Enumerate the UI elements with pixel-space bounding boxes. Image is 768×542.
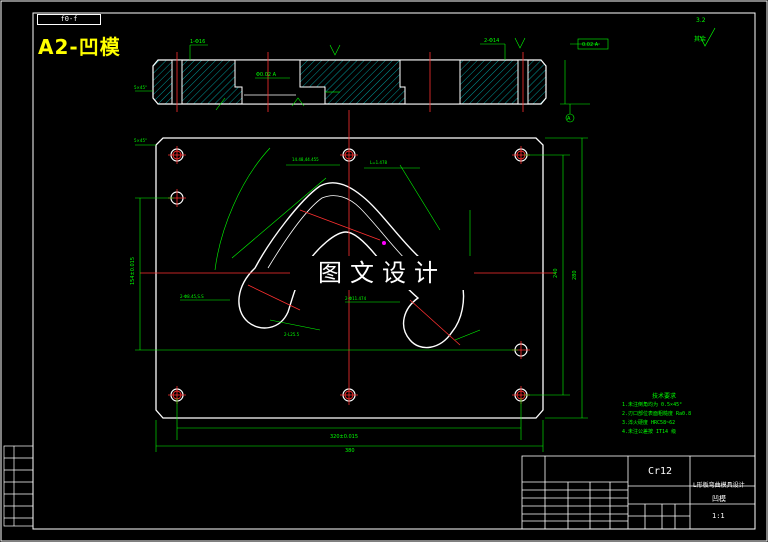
note-line: 2.刃口部位表面粗糙度 Ra0.8 [622, 411, 692, 417]
title-block-part-name: 凹模 [712, 495, 726, 503]
sheet-title: A2-凹模 [38, 35, 121, 59]
title-block-drawing-name: L形板弯曲模具设计 [693, 482, 745, 489]
svg-text:3.2: 3.2 [696, 17, 706, 24]
technical-notes: 技术要求 1.未注倒角均为 0.5×45° 2.刃口部位表面粗糙度 Ra0.8 … [622, 392, 691, 437]
title-block-material: Cr12 [648, 466, 673, 477]
svg-text:14.48,44.455: 14.48,44.455 [292, 157, 319, 162]
note-line: 4.未注公差按 IT14 级 [622, 429, 677, 435]
svg-text:240: 240 [553, 268, 559, 278]
svg-text:2-L25.5: 2-L25.5 [284, 332, 300, 337]
notes-title: 技术要求 [652, 393, 677, 400]
watermark-label: 图文设计 [290, 256, 474, 290]
note-line: 3.淬火硬度 HRC58~62 [622, 420, 676, 426]
left-side-table [3, 445, 34, 527]
title-block-scale: 1:1 [712, 512, 725, 520]
svg-text:380: 380 [345, 448, 355, 454]
svg-text:L=1.478: L=1.478 [370, 160, 387, 165]
svg-text:280: 280 [572, 270, 578, 280]
svg-text:0.02 A: 0.02 A [582, 42, 599, 48]
svg-text:2-Φ11.474: 2-Φ11.474 [345, 296, 367, 301]
svg-text:Φ0.02 A: Φ0.02 A [256, 72, 277, 78]
drawing-code-box: f0-f [37, 14, 101, 25]
svg-text:320±0.015: 320±0.015 [330, 434, 358, 440]
note-line: 1.未注倒角均为 0.5×45° [622, 402, 683, 408]
svg-text:5×45°: 5×45° [134, 85, 147, 90]
svg-text:154±0.015: 154±0.015 [130, 257, 136, 285]
roughness-note: 其余 [694, 36, 707, 43]
svg-text:A: A [567, 116, 571, 122]
svg-text:1-Φ16: 1-Φ16 [190, 39, 205, 45]
svg-text:2-Φ8.45,S.S: 2-Φ8.45,S.S [180, 294, 204, 299]
section-view: 1-Φ16 2-Φ14 Φ0.02 A 0.02 A 5×45° A [134, 37, 609, 123]
svg-text:2-Φ14: 2-Φ14 [484, 38, 499, 44]
svg-text:5×45°: 5×45° [134, 138, 147, 143]
